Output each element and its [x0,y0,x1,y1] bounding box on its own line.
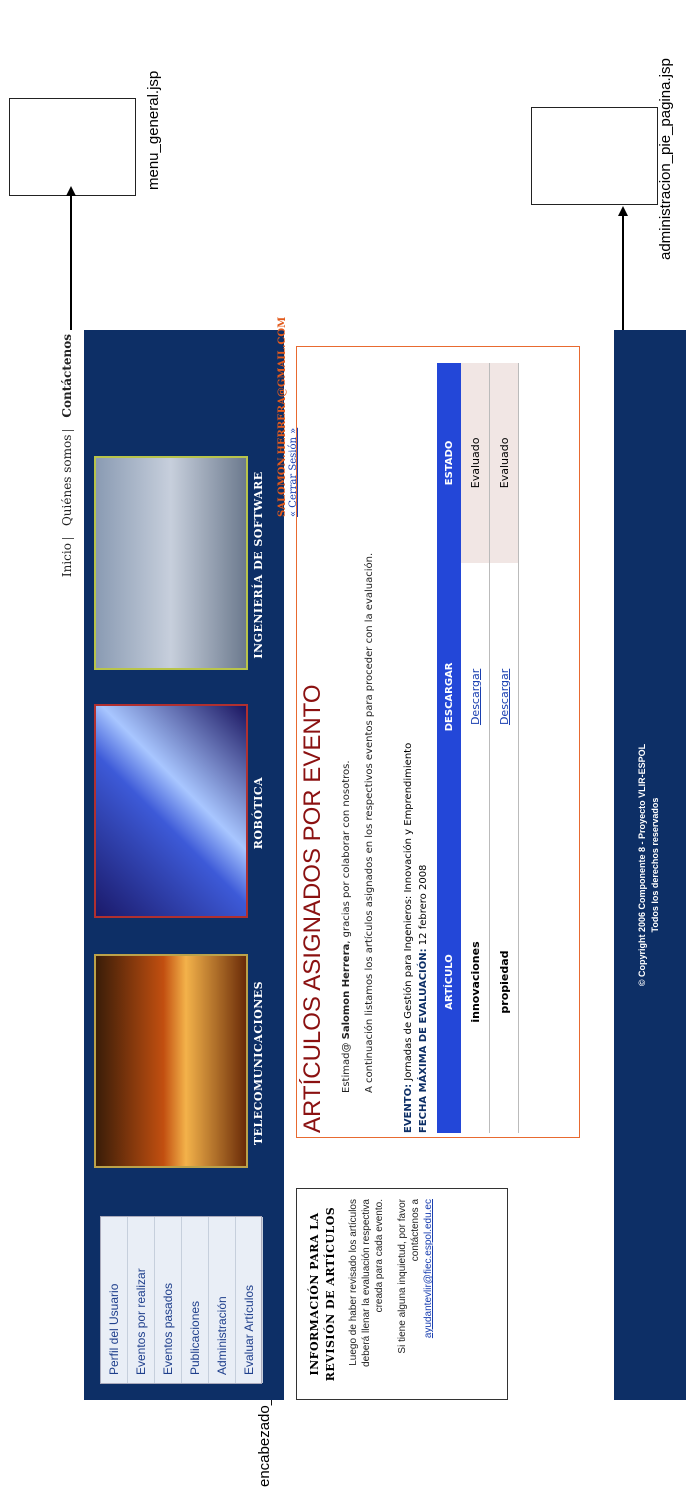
header-banner: Perfil del Usuario Eventos por realizar … [84,330,284,1400]
pie-pagina-label: administracion_pie_pagina.jsp [657,58,674,260]
page-title: ARTÍCULOS ASIGNADOS POR EVENTO [299,684,326,1133]
menu-general-arrow-head [66,186,76,196]
software-label: INGENIERÍA DE SOFTWARE [252,471,265,659]
articulo-cell: innovaciones [461,831,490,1133]
telecom-label: TELECOMUNICACIONES [252,980,265,1146]
pie-pagina-arrow-line [622,212,624,330]
articulo-cell: propiedad [489,831,519,1133]
logout-link[interactable]: « Cerrar Sesión » [288,428,299,517]
table-row: innovaciones Descargar Evaluado [461,363,490,1133]
menu-item-evaluar[interactable]: Evaluar Artículos [236,1217,263,1383]
sidebox-title: INFORMACIÓN PARA LA REVISIÓN DE ARTÍCULOS [308,1206,337,1382]
footer: © Copyright 2006 Componente 8 - Proyecto… [614,330,686,1400]
descargar-link[interactable]: Descargar [469,669,482,725]
greeting: Estimad@ Salomon Herrera, gracias por co… [341,760,352,1093]
menu-general-box [9,98,136,196]
descargar-cell: Descargar [461,562,490,831]
event-info: EVENTO: Jornadas de Gestión para Ingenie… [403,742,414,1133]
telecom-image [94,954,248,1168]
sidebox-text: Luego de haber revisado los artículos de… [348,1199,385,1367]
pie-pagina-arrow-head [618,206,628,216]
robotica-image [94,704,248,918]
software-image [94,456,248,670]
user-email: SALOMON.HERRERA@GMAIL.COM [277,316,288,517]
menu-item-administracion[interactable]: Administración [209,1217,236,1383]
sidebox-contact: Si tiene alguna inquietud, por favor con… [397,1199,434,1354]
robotica-label: ROBÓTICA [252,776,265,850]
info-sidebox: INFORMACIÓN PARA LA REVISIÓN DE ARTÍCULOS… [296,1188,508,1400]
top-navigation: Inicio Quiénes somos Contáctenos [54,330,85,1400]
sidebox-mail-link[interactable]: ayudantevlir@fiec.espol.edu.ec [423,1199,434,1338]
footer-copyright: © Copyright 2006 Componente 8 - Proyecto… [637,743,647,987]
menu-item-eventos-realizar[interactable]: Eventos por realizar [128,1217,155,1383]
estado-cell: Evaluado [461,363,490,563]
descargar-cell: Descargar [489,562,519,831]
user-menu: Perfil del Usuario Eventos por realizar … [100,1216,263,1384]
col-descargar: DESCARGAR [437,562,461,831]
nav-inicio-link[interactable]: Inicio [60,539,74,581]
menu-item-perfil[interactable]: Perfil del Usuario [101,1217,128,1383]
pie-pagina-box [531,107,658,205]
descargar-link[interactable]: Descargar [498,669,511,725]
menu-general-label: menu_general.jsp [145,70,162,190]
web-page: Inicio Quiénes somos Contáctenos Perfil de… [54,317,686,1400]
footer-rights: Todos los derechos reservados [650,797,660,933]
col-articulo: ARTÍCULO [437,831,461,1133]
nav-quienes-link[interactable]: Quiénes somos [60,431,74,530]
menu-item-eventos-pasados[interactable]: Eventos pasados [155,1217,182,1383]
deadline-info: FECHA MÁXIMA DE EVALUACIÓN: 12 febrero 2… [418,864,429,1133]
intro-text: A continuación listamos los artículos as… [364,552,375,1093]
table-row: propiedad Descargar Evaluado [489,363,519,1133]
articles-section: EVENTO: Jornadas de Gestión para Ingenie… [401,363,519,1133]
menu-item-publicaciones[interactable]: Publicaciones [182,1217,209,1383]
user-email-line: SALOMON.HERRERA@GMAIL.COM « Cerrar Sesió… [277,317,299,517]
articles-table: ARTÍCULO DESCARGAR ESTADO innovaciones D… [437,363,519,1133]
col-estado: ESTADO [437,363,461,563]
nav-contacto-link[interactable]: Contáctenos [60,330,74,422]
estado-cell: Evaluado [489,363,519,563]
menu-general-arrow-line [70,192,72,332]
main-content: SALOMON.HERRERA@GMAIL.COM « Cerrar Sesió… [277,317,580,1138]
